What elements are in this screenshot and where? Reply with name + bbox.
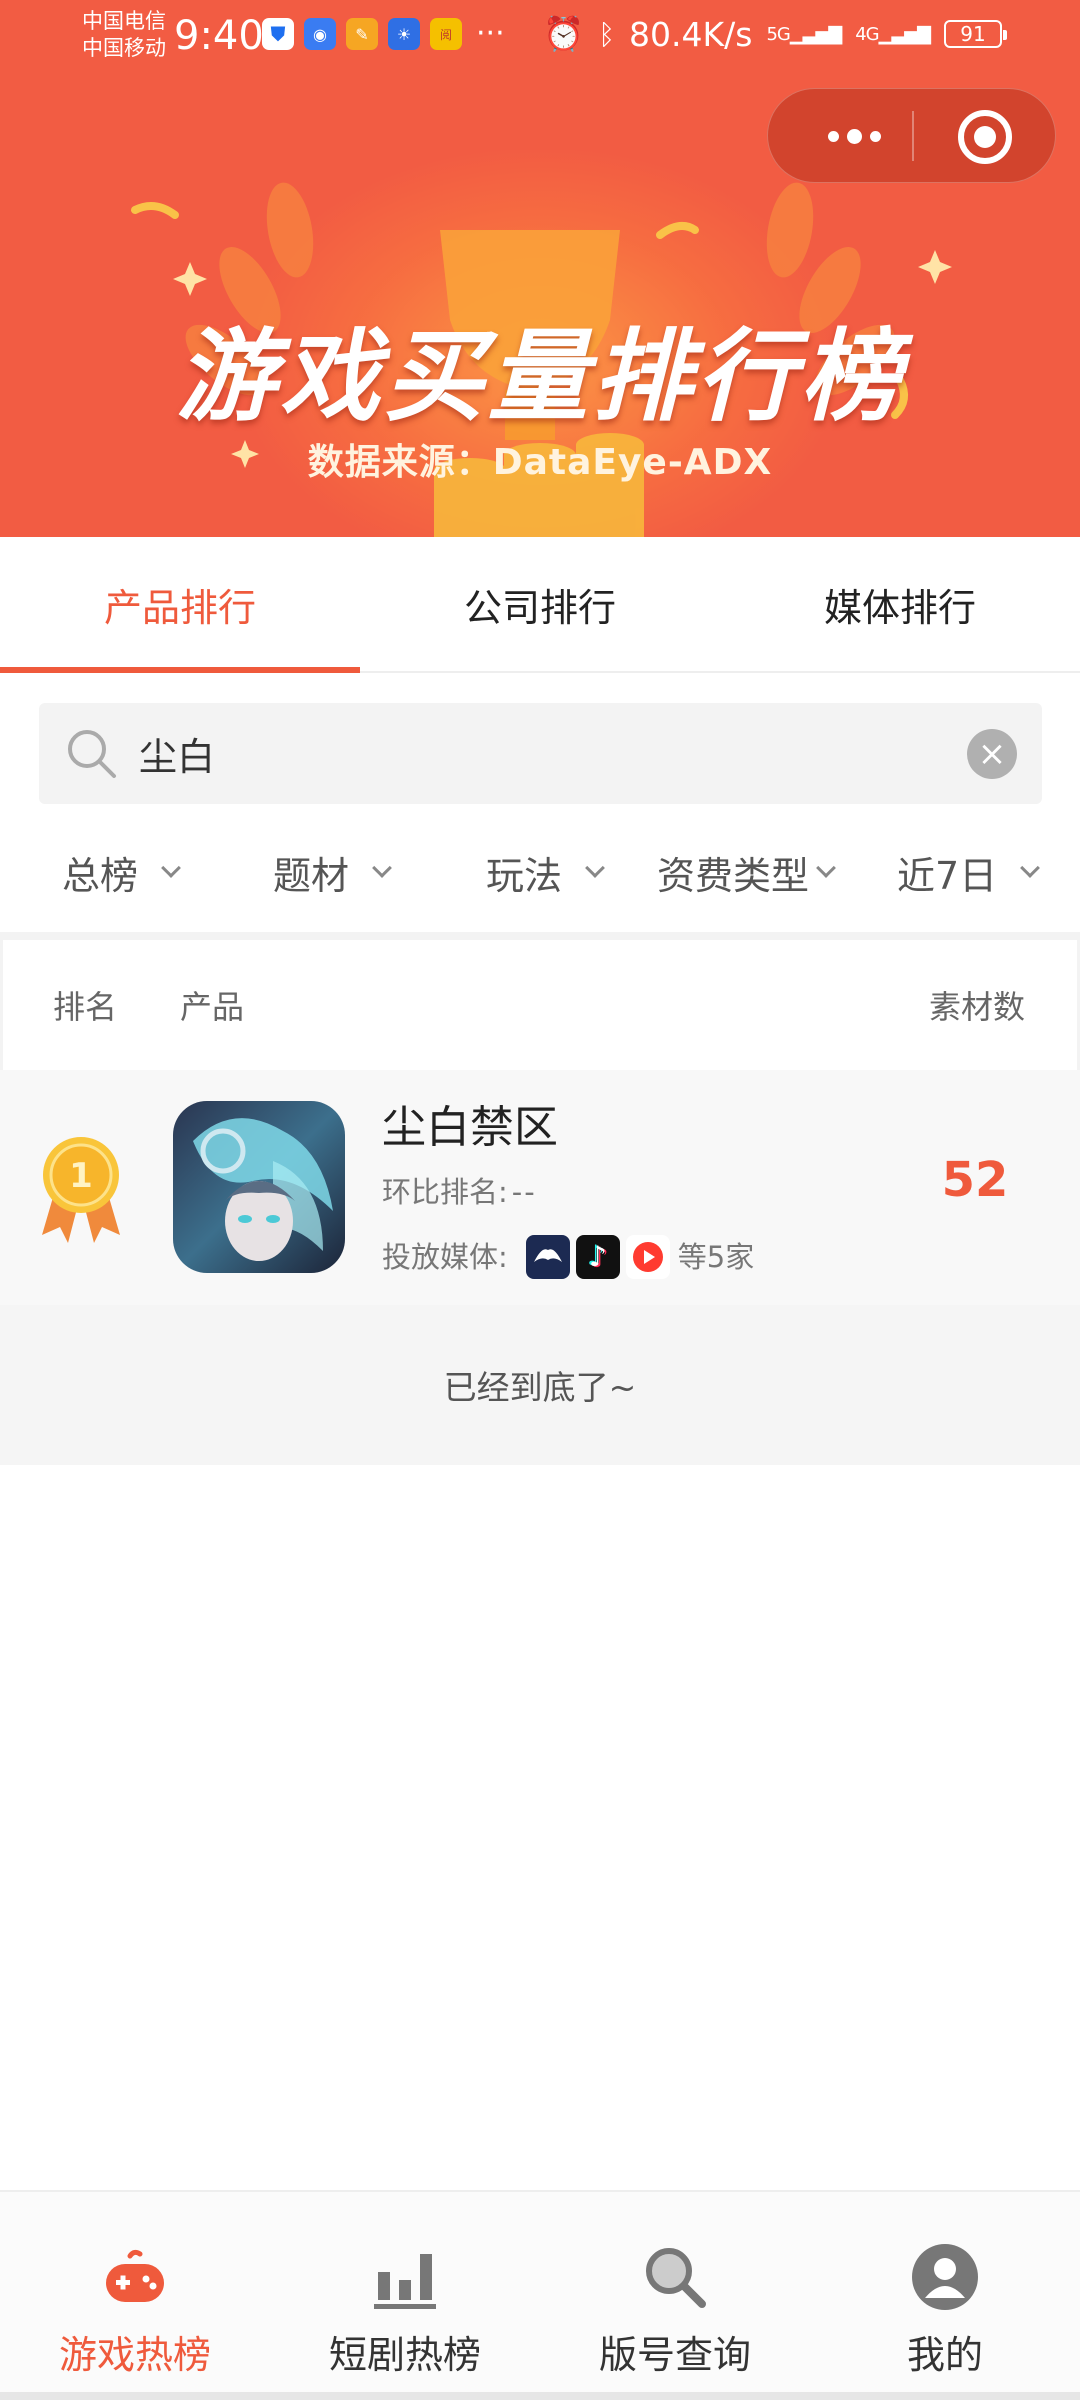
carrier-telecom: 中国电信: [82, 9, 166, 33]
tab-media-ranking[interactable]: 媒体排行: [720, 537, 1080, 671]
status-app-icons: ⛊ ◉ ✎ ☀ 阅 ···: [262, 18, 505, 50]
capsule-divider: [912, 111, 914, 161]
ad-media: 投放媒体: ♪ 等5家: [382, 1235, 754, 1279]
rank-change-label: 环比排名:: [382, 1175, 508, 1209]
end-of-list-notice: 已经到底了~: [0, 1305, 1080, 1465]
filter-gameplay[interactable]: 玩法: [486, 822, 605, 922]
douyin-media-icon: ♪: [575, 1235, 620, 1279]
gamepad-icon: [106, 2249, 164, 2302]
filter-bar: 总榜 题材 玩法 资费类型 近7日: [0, 822, 1080, 922]
search-icon: [646, 2248, 706, 2308]
bulb-app-icon: ☀: [388, 18, 420, 50]
user-icon: [912, 2244, 978, 2310]
battery-level: 91: [960, 22, 986, 46]
status-bar: 中国电信 中国移动 9:40 ⛊ ◉ ✎ ☀ 阅 ··· ⏰ ᛒ 80.4K/s…: [0, 0, 1080, 75]
banner-title: 游戏买量排行榜: [176, 318, 904, 435]
rank-change: 环比排名: --: [382, 1172, 537, 1212]
miniapp-capsule: [767, 88, 1056, 183]
product-name: 尘白禁区: [382, 1102, 558, 1153]
bluetooth-icon: ᛒ: [598, 17, 615, 51]
kuaishou-media-icon: [625, 1235, 670, 1279]
nav-short-drama-list[interactable]: 短剧热榜: [270, 2192, 540, 2400]
alarm-icon: ⏰: [543, 14, 585, 53]
filter-time-range-label: 近7日: [897, 853, 998, 898]
net-speed: 80.4K/s: [629, 14, 753, 54]
app-icon-chenbai: [173, 1101, 345, 1273]
filter-total-list[interactable]: 总榜: [62, 822, 181, 922]
media-label: 投放媒体:: [382, 1240, 508, 1274]
list-header: 排名 产品 素材数: [0, 940, 1080, 1070]
header-material-count: 素材数: [929, 988, 1026, 1026]
header-banner: 游戏买量排行榜 数据来源：DataEye-ADX 中国电信 中国移动 9:40 …: [0, 0, 1080, 537]
filter-fee-type-label: 资费类型: [657, 853, 810, 898]
banner-subtitle: 数据来源：DataEye-ADX: [307, 442, 773, 483]
tab-product-ranking[interactable]: 产品排行: [0, 537, 360, 673]
search-icon: [68, 730, 116, 778]
header-rank: 排名: [53, 988, 118, 1026]
filter-gameplay-label: 玩法: [486, 853, 563, 898]
reader-app-icon: 阅: [430, 18, 462, 50]
rank-change-value: --: [511, 1175, 537, 1209]
carrier-labels: 中国电信 中国移动: [82, 8, 166, 62]
battery-icon: 91: [944, 20, 1007, 48]
status-clock: 9:40: [174, 13, 264, 59]
gold-medal-icon: 1: [42, 1137, 120, 1243]
media-more-count: 等5家: [677, 1240, 755, 1274]
medal-rank-number: 1: [69, 1156, 93, 1196]
carrier-mobile: 中国移动: [82, 36, 166, 60]
status-right: ⏰ ᛒ 80.4K/s 5G▁▃▅▇ 4G▁▃▅▇ 91: [543, 14, 1007, 54]
orange-app-icon: ✎: [346, 18, 378, 50]
nav-label: 游戏热榜: [58, 2333, 211, 2377]
filter-time-range[interactable]: 近7日: [897, 822, 1041, 922]
clear-search-button[interactable]: ×: [967, 729, 1017, 779]
filter-total-list-label: 总榜: [62, 853, 139, 898]
nav-label: 短剧热榜: [328, 2333, 481, 2377]
shield-app-icon: ⛊: [262, 18, 294, 50]
ranking-tabs: 产品排行 公司排行 媒体排行: [0, 537, 1080, 673]
signal-4g: 4G▁▃▅▇: [855, 23, 931, 45]
signal-5g: 5G▁▃▅▇: [766, 23, 842, 45]
nav-profile[interactable]: 我的: [810, 2192, 1080, 2400]
close-miniapp-button[interactable]: [958, 110, 1012, 164]
section-divider: [0, 932, 1080, 940]
nav-label: 版号查询: [598, 2333, 751, 2377]
more-options-button[interactable]: [804, 89, 904, 184]
material-count: 52: [941, 1152, 1009, 1208]
filter-fee-type[interactable]: 资费类型: [657, 822, 836, 922]
chevron-down-icon: [585, 858, 605, 878]
filter-theme-label: 题材: [273, 853, 350, 898]
home-indicator: [0, 2392, 1080, 2400]
header-product: 产品: [180, 988, 245, 1026]
bottom-navigation: 游戏热榜 短剧热榜 版号查询 我的: [0, 2190, 1080, 2400]
chevron-down-icon: [816, 858, 836, 878]
search-bar: ×: [39, 703, 1042, 804]
nav-game-hot-list[interactable]: 游戏热榜: [0, 2192, 270, 2400]
bar-chart-icon: [374, 2254, 436, 2309]
eagle-media-icon: [525, 1235, 570, 1279]
more-notifications-icon: ···: [476, 16, 505, 51]
chevron-down-icon: [161, 858, 181, 878]
nav-label: 我的: [906, 2333, 983, 2377]
chevron-down-icon: [372, 858, 392, 878]
chevron-down-icon: [1020, 858, 1041, 878]
ranking-row[interactable]: 1 尘白禁区 环比排名: -- 投放媒体: ♪ 等5家 52: [0, 1070, 1080, 1305]
filter-theme[interactable]: 题材: [273, 822, 392, 922]
search-input[interactable]: [139, 703, 959, 804]
nav-license-search[interactable]: 版号查询: [540, 2192, 810, 2400]
tab-company-ranking[interactable]: 公司排行: [360, 537, 720, 671]
browser-app-icon: ◉: [304, 18, 336, 50]
